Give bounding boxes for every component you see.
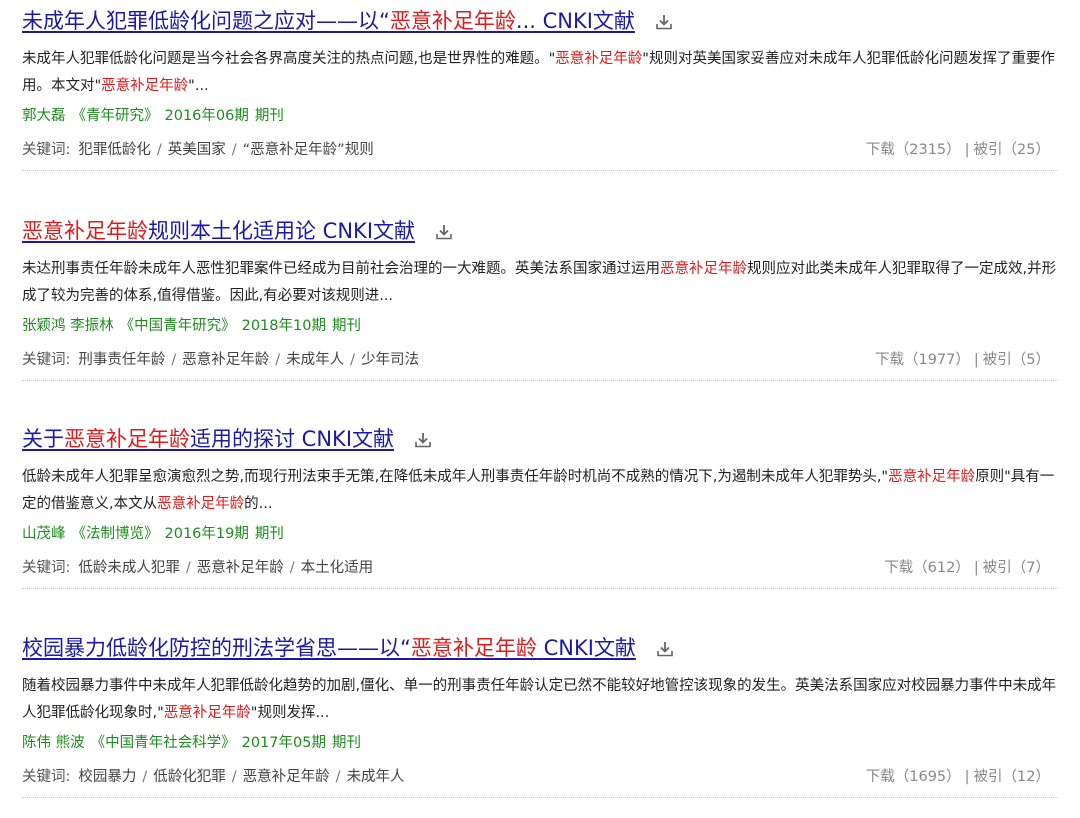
download-icon[interactable] <box>655 639 675 659</box>
title-highlight: 恶意补足年龄 <box>64 427 190 451</box>
title-highlight: 恶意补足年龄 <box>22 219 148 243</box>
keyword-link[interactable]: 校园暴力 <box>78 769 136 785</box>
result-keywords: 关键词: 刑事责任年龄 / 恶意补足年龄 / 未成年人 / 少年司法 <box>22 352 420 368</box>
keywords-label: 关键词: <box>22 560 71 576</box>
download-icon[interactable] <box>434 222 454 242</box>
keyword-link[interactable]: 低龄化犯罪 <box>153 769 226 785</box>
keyword-link[interactable]: 未成年人 <box>286 352 344 368</box>
result-item: 恶意补足年龄规则本土化适用论 CNKI文献 未达刑事责任年龄未成年人恶性犯罪案件… <box>22 214 1058 394</box>
result-stats: 下载（1977） | 被引（5） <box>874 352 1050 368</box>
download-count: 下载（1977） <box>874 352 970 368</box>
download-count: 下载（1695） <box>865 769 961 785</box>
keyword-link[interactable]: 英美国家 <box>168 142 226 158</box>
title-text: 未成年人犯罪低龄化问题之应对——以“ <box>22 9 390 33</box>
result-title-link[interactable]: 恶意补足年龄规则本土化适用论 CNKI文献 <box>22 219 415 243</box>
keyword-link[interactable]: 少年司法 <box>361 352 419 368</box>
result-title-line: 关于恶意补足年龄适用的探讨 CNKI文献 <box>22 422 433 456</box>
result-meta: 山茂峰 《法制博览》 2016年19期 期刊 <box>22 523 290 545</box>
result-type: 期刊 <box>331 735 361 751</box>
citation-count: 被引（12） <box>973 769 1050 785</box>
title-text: 关于 <box>22 427 64 451</box>
download-count: 下载（612） <box>884 560 970 576</box>
result-abstract: 未达刑事责任年龄未成年人恶性犯罪案件已经成为目前社会治理的一大难题。英美法系国家… <box>22 261 1057 304</box>
result-issue: 2016年19期 <box>164 526 249 542</box>
title-text-end: 规则本土化适用论 CNKI文献 <box>148 219 416 243</box>
result-abstract: 随着校园暴力事件中未成年人犯罪低龄化趋势的加剧,僵化、单一的刑事责任年龄认定已然… <box>22 678 1057 721</box>
result-title-link[interactable]: 关于恶意补足年龄适用的探讨 CNKI文献 <box>22 427 394 451</box>
result-keywords: 关键词: 低龄未成人犯罪 / 恶意补足年龄 / 本土化适用 <box>22 560 374 576</box>
download-icon[interactable] <box>654 12 674 32</box>
keyword-link[interactable]: “恶意补足年龄”规则 <box>243 142 374 158</box>
title-text-end: 适用的探讨 CNKI文献 <box>190 427 395 451</box>
result-title-line: 恶意补足年龄规则本土化适用论 CNKI文献 <box>22 214 454 248</box>
keyword-link[interactable]: 恶意补足年龄 <box>197 560 284 576</box>
result-abstract: 低龄未成年人犯罪呈愈演愈烈之势,而现行刑法束手无策,在降低未成年人刑事责任年龄时… <box>22 469 1055 512</box>
title-highlight: 恶意补足年龄 <box>410 636 537 660</box>
keyword-link[interactable]: 本土化适用 <box>301 560 374 576</box>
result-type: 期刊 <box>254 526 284 542</box>
keyword-link[interactable]: 低龄未成人犯罪 <box>78 560 180 576</box>
divider <box>22 588 1058 589</box>
result-issue: 2016年06期 <box>164 108 249 124</box>
result-authors[interactable]: 张颖鸿 李振林 <box>22 318 114 334</box>
result-meta: 张颖鸿 李振林 《中国青年研究》 2018年10期 期刊 <box>22 315 367 337</box>
result-type: 期刊 <box>331 318 361 334</box>
result-authors[interactable]: 郭大磊 <box>22 108 66 124</box>
result-authors[interactable]: 陈伟 熊波 <box>22 735 85 751</box>
download-count: 下载（2315） <box>865 142 961 158</box>
keywords-label: 关键词: <box>22 142 71 158</box>
result-title-line: 校园暴力低龄化防控的刑法学省思——以“恶意补足年龄 CNKI文献 <box>22 631 675 665</box>
keywords-label: 关键词: <box>22 769 71 785</box>
result-issue: 2017年05期 <box>241 735 326 751</box>
keyword-link[interactable]: 犯罪低龄化 <box>78 142 151 158</box>
result-journal[interactable]: 《法制博览》 <box>72 526 159 542</box>
result-keywords: 关键词: 校园暴力 / 低龄化犯罪 / 恶意补足年龄 / 未成年人 <box>22 769 405 785</box>
result-item: 关于恶意补足年龄适用的探讨 CNKI文献 低龄未成年人犯罪呈愈演愈烈之势,而现行… <box>22 422 1058 602</box>
keyword-link[interactable]: 刑事责任年龄 <box>78 352 165 368</box>
divider <box>22 170 1058 171</box>
citation-count: 被引（7） <box>982 560 1050 576</box>
citation-count: 被引（5） <box>982 352 1050 368</box>
result-journal[interactable]: 《中国青年社会科学》 <box>91 735 236 751</box>
result-meta: 陈伟 熊波 《中国青年社会科学》 2017年05期 期刊 <box>22 732 367 754</box>
download-icon[interactable] <box>413 430 433 450</box>
title-text: 校园暴力低龄化防控的刑法学省思——以“ <box>22 636 411 660</box>
result-item: 校园暴力低龄化防控的刑法学省思——以“恶意补足年龄 CNKI文献 随着校园暴力事… <box>22 631 1058 811</box>
citation-count: 被引（25） <box>973 142 1050 158</box>
result-type: 期刊 <box>254 108 284 124</box>
result-title-line: 未成年人犯罪低龄化问题之应对——以“恶意补足年龄... CNKI文献 <box>22 4 674 38</box>
result-title-link[interactable]: 校园暴力低龄化防控的刑法学省思——以“恶意补足年龄 CNKI文献 <box>22 636 636 660</box>
title-text-end: ... CNKI文献 <box>515 9 635 33</box>
result-item: 未成年人犯罪低龄化问题之应对——以“恶意补足年龄... CNKI文献 未成年人犯… <box>22 4 1058 184</box>
divider <box>22 797 1058 798</box>
title-text-end: CNKI文献 <box>536 636 636 660</box>
result-meta: 郭大磊 《青年研究》 2016年06期 期刊 <box>22 105 290 127</box>
result-keywords: 关键词: 犯罪低龄化 / 英美国家 / “恶意补足年龄”规则 <box>22 142 374 158</box>
keyword-link[interactable]: 未成年人 <box>347 769 405 785</box>
title-highlight: 恶意补足年龄 <box>389 9 516 33</box>
result-issue: 2018年10期 <box>241 318 326 334</box>
keyword-link[interactable]: 恶意补足年龄 <box>243 769 330 785</box>
result-stats: 下载（2315） | 被引（25） <box>865 142 1050 158</box>
result-title-link[interactable]: 未成年人犯罪低龄化问题之应对——以“恶意补足年龄... CNKI文献 <box>22 9 635 33</box>
search-results-list: 未成年人犯罪低龄化问题之应对——以“恶意补足年龄... CNKI文献 未成年人犯… <box>0 0 1080 818</box>
keywords-label: 关键词: <box>22 352 71 368</box>
divider <box>22 380 1058 381</box>
result-journal[interactable]: 《中国青年研究》 <box>120 318 236 334</box>
result-journal[interactable]: 《青年研究》 <box>72 108 159 124</box>
result-stats: 下载（1695） | 被引（12） <box>865 769 1050 785</box>
result-stats: 下载（612） | 被引（7） <box>884 560 1050 576</box>
keyword-link[interactable]: 恶意补足年龄 <box>182 352 269 368</box>
result-abstract: 未成年人犯罪低龄化问题是当今社会各界高度关注的热点问题,也是世界性的难题。"恶意… <box>22 51 1055 94</box>
result-authors[interactable]: 山茂峰 <box>22 526 66 542</box>
